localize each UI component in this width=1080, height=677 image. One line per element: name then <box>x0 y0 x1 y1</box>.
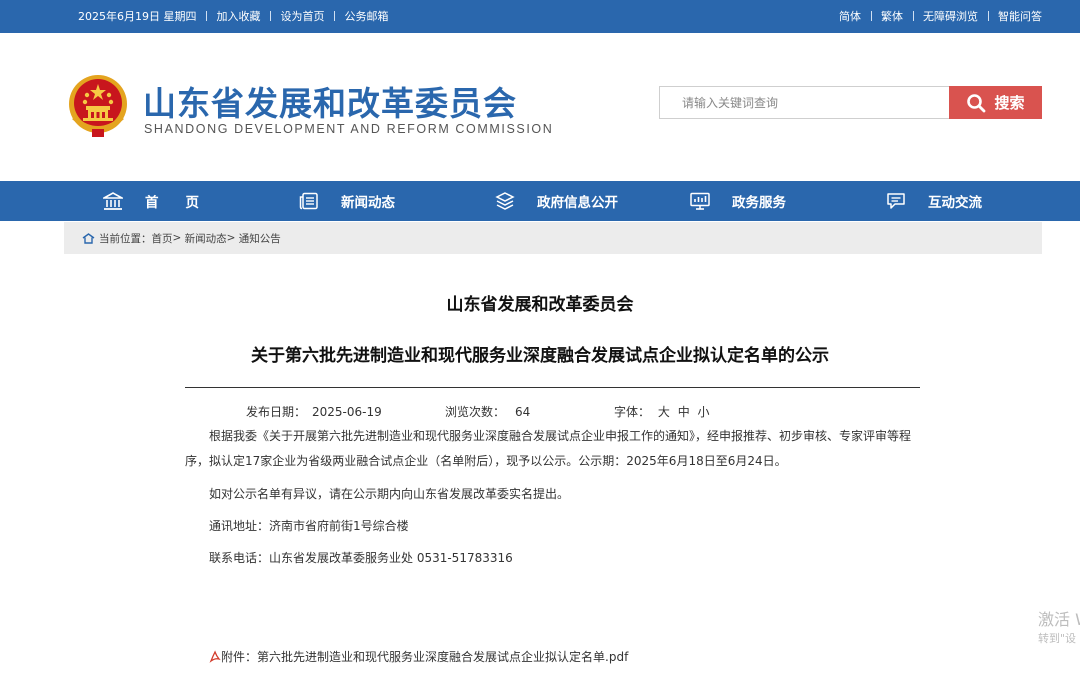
set-homepage-link[interactable]: 设为首页 <box>281 10 325 23</box>
nav-item-news[interactable]: 新闻动态 <box>299 181 395 221</box>
divider <box>334 11 335 21</box>
home-small-icon <box>82 232 95 244</box>
national-emblem-icon <box>69 75 127 137</box>
nav-label: 政府信息公开 <box>537 195 618 211</box>
top-bar-right: 简体 繁体 无障碍浏览 智能问答 <box>839 8 1042 24</box>
main-nav: 首 页 新闻动态 政府信息公开 政务服务 互动交流 <box>0 181 1080 221</box>
nav-item-interaction[interactable]: 互动交流 <box>886 181 982 221</box>
divider <box>912 11 914 21</box>
view-count-label: 浏览次数： <box>445 405 506 419</box>
article-organization: 山东省发展和改革委员会 <box>446 295 634 315</box>
font-size-label: 字体： <box>614 405 651 419</box>
nav-label: 首 页 <box>145 195 199 211</box>
attachment-label: 附件： <box>221 650 258 664</box>
view-count-value: 64 <box>515 405 531 419</box>
nav-label: 互动交流 <box>928 195 982 211</box>
accessibility-link[interactable]: 无障碍浏览 <box>923 10 978 23</box>
breadcrumb-news[interactable]: 新闻动态 <box>185 231 227 246</box>
chat-icon <box>887 193 905 209</box>
search-button[interactable]: 搜索 <box>949 86 1042 119</box>
breadcrumb-home[interactable]: 首页 <box>152 231 173 246</box>
nav-item-gov-service[interactable]: 政务服务 <box>690 181 786 221</box>
article-paragraph-3: 通讯地址：济南市省府前街1号综合楼 <box>209 519 409 533</box>
traditional-chinese-link[interactable]: 繁体 <box>881 10 903 23</box>
search-input[interactable] <box>659 86 949 119</box>
publish-date-value: 2025-06-19 <box>312 405 382 419</box>
article-title: 关于第六批先进制造业和现代服务业深度融合发展试点企业拟认定名单的公示 <box>251 346 829 366</box>
official-email-link[interactable]: 公务邮箱 <box>345 10 389 23</box>
breadcrumb-notices[interactable]: 通知公告 <box>239 231 281 246</box>
os-activation-watermark-sub: 转到"设 <box>1038 632 1077 645</box>
font-size-small[interactable]: 小 <box>698 405 710 419</box>
divider <box>870 11 872 21</box>
search-button-label: 搜索 <box>994 94 1025 112</box>
nav-label: 政务服务 <box>732 195 786 211</box>
os-activation-watermark: 激活 W <box>1038 610 1080 629</box>
article-paragraph-2: 如对公示名单有异议，请在公示期内向山东省发展改革委实名提出。 <box>209 487 570 501</box>
site-title: 山东省发展和改革委员会 <box>143 84 517 123</box>
smart-qa-link[interactable]: 智能问答 <box>998 10 1042 23</box>
publish-date-label: 发布日期： <box>246 405 307 419</box>
site-subtitle: SHANDONG DEVELOPMENT AND REFORM COMMISSI… <box>144 122 554 136</box>
font-size-large[interactable]: 大 <box>658 405 670 419</box>
divider <box>206 11 207 21</box>
view-count: 浏览次数： 64 <box>445 403 530 420</box>
breadcrumb: 当前位置： 首页 > 新闻动态 > 通知公告 <box>64 222 1042 254</box>
article-paragraph-1: 根据我委《关于开展第六批先进制造业和现代服务业深度融合发展试点企业申报工作的通知… <box>185 429 912 468</box>
divider <box>987 11 989 21</box>
add-favorite-link[interactable]: 加入收藏 <box>217 10 261 23</box>
layers-icon <box>495 192 515 210</box>
simplified-chinese-link[interactable]: 简体 <box>839 10 861 23</box>
nav-item-gov-info[interactable]: 政府信息公开 <box>495 181 618 221</box>
current-date: 2025年6月19日 星期四 <box>78 10 197 23</box>
news-icon <box>299 192 318 210</box>
search-icon <box>967 93 986 112</box>
breadcrumb-prefix: 当前位置： <box>99 232 152 245</box>
breadcrumb-separator: > <box>172 232 185 244</box>
attachment-link[interactable]: 第六批先进制造业和现代服务业深度融合发展试点企业拟认定名单.pdf <box>257 648 628 665</box>
font-size-medium[interactable]: 中 <box>678 405 690 419</box>
font-size-selector: 字体： 大 中 小 <box>614 403 710 420</box>
title-divider <box>185 387 920 388</box>
nav-label: 新闻动态 <box>341 195 395 211</box>
monitor-icon <box>690 192 710 210</box>
pdf-icon <box>209 650 221 663</box>
divider <box>270 11 271 21</box>
breadcrumb-separator: > <box>226 232 239 244</box>
article-paragraph-4: 联系电话：山东省发展改革委服务业处 0531-51783316 <box>209 551 513 565</box>
home-icon <box>103 192 123 210</box>
attachment: 附件： 第六批先进制造业和现代服务业深度融合发展试点企业拟认定名单.pdf <box>209 648 628 665</box>
top-utility-bar: 2025年6月19日 星期四 加入收藏 设为首页 公务邮箱 简体 繁体 无障碍浏… <box>0 0 1080 33</box>
top-bar-left: 2025年6月19日 星期四 加入收藏 设为首页 公务邮箱 <box>78 8 389 24</box>
nav-item-home[interactable]: 首 页 <box>103 181 199 221</box>
site-header: 山东省发展和改革委员会 SHANDONG DEVELOPMENT AND REF… <box>0 33 1080 181</box>
publish-date: 发布日期： 2025-06-19 <box>246 403 382 420</box>
